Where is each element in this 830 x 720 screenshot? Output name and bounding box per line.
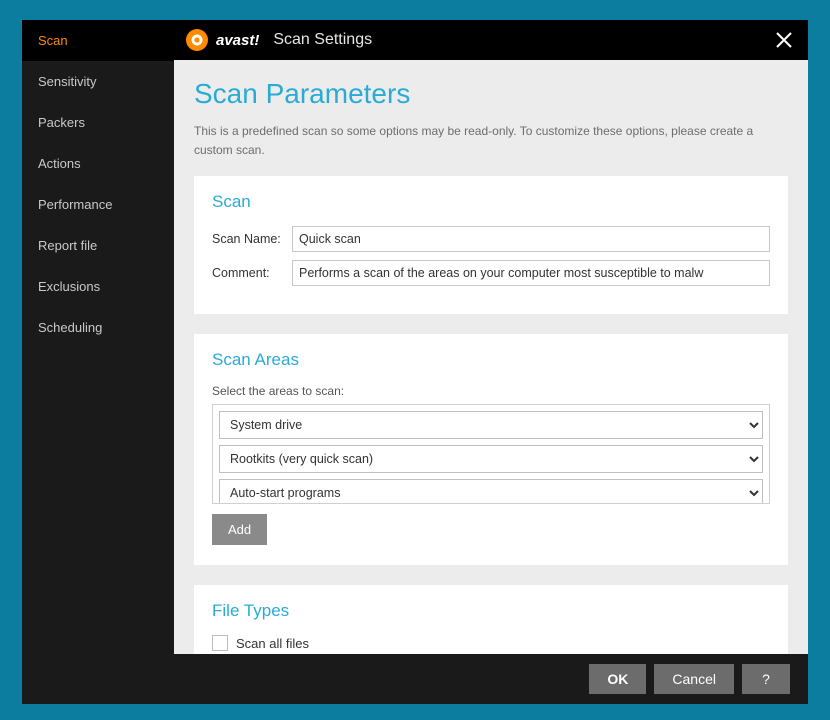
ok-button[interactable]: OK — [589, 664, 646, 694]
area-select-2[interactable]: Auto-start programs — [219, 479, 763, 504]
comment-input[interactable] — [292, 260, 770, 286]
scan-name-label: Scan Name: — [212, 232, 292, 246]
scan-areas-subhead: Select the areas to scan: — [212, 384, 770, 398]
scan-card-title: Scan — [212, 192, 770, 212]
settings-window: Scan Sensitivity Packers Actions Perform… — [22, 20, 808, 704]
main-content-scroll[interactable]: Scan Parameters This is a predefined sca… — [174, 60, 808, 654]
scan-areas-card: Scan Areas Select the areas to scan: Sys… — [194, 334, 788, 565]
sidebar-item-scheduling[interactable]: Scheduling — [22, 307, 174, 348]
window-body: Scan Sensitivity Packers Actions Perform… — [22, 20, 808, 654]
content-column: avast! Scan Settings Scan Parameters Thi… — [174, 20, 808, 654]
file-types-card: File Types Scan all files — [194, 585, 788, 654]
titlebar: avast! Scan Settings — [174, 20, 808, 60]
sidebar-item-sensitivity[interactable]: Sensitivity — [22, 61, 174, 102]
scan-all-files-row[interactable]: Scan all files — [212, 635, 770, 651]
avast-logo-icon — [184, 27, 210, 53]
scan-name-input[interactable] — [292, 226, 770, 252]
area-select-0[interactable]: System drive — [219, 411, 763, 439]
scan-areas-title: Scan Areas — [212, 350, 770, 370]
comment-row: Comment: — [212, 260, 770, 286]
sidebar-item-actions[interactable]: Actions — [22, 143, 174, 184]
comment-label: Comment: — [212, 266, 292, 280]
cancel-button[interactable]: Cancel — [654, 664, 734, 694]
scan-name-row: Scan Name: — [212, 226, 770, 252]
scan-card: Scan Scan Name: Comment: — [194, 176, 788, 314]
brand-text: avast! — [216, 32, 259, 49]
file-types-title: File Types — [212, 601, 770, 621]
page-description: This is a predefined scan so some option… — [194, 122, 788, 160]
scan-all-files-checkbox[interactable] — [212, 635, 228, 651]
sidebar-item-scan[interactable]: Scan — [22, 20, 174, 61]
scan-areas-list[interactable]: System drive Rootkits (very quick scan) … — [212, 404, 770, 504]
sidebar-item-exclusions[interactable]: Exclusions — [22, 266, 174, 307]
window-title: Scan Settings — [273, 31, 372, 49]
footer-bar: OK Cancel ? — [22, 654, 808, 704]
close-button[interactable] — [770, 26, 798, 54]
page-header: Scan Parameters This is a predefined sca… — [174, 60, 808, 176]
page-title: Scan Parameters — [194, 78, 788, 110]
add-area-button[interactable]: Add — [212, 514, 267, 545]
help-button[interactable]: ? — [742, 664, 790, 694]
close-icon — [774, 30, 794, 50]
sidebar-item-performance[interactable]: Performance — [22, 184, 174, 225]
sidebar: Scan Sensitivity Packers Actions Perform… — [22, 20, 174, 654]
sidebar-item-packers[interactable]: Packers — [22, 102, 174, 143]
scan-all-files-label: Scan all files — [236, 636, 309, 651]
sidebar-item-report-file[interactable]: Report file — [22, 225, 174, 266]
area-select-1[interactable]: Rootkits (very quick scan) — [219, 445, 763, 473]
